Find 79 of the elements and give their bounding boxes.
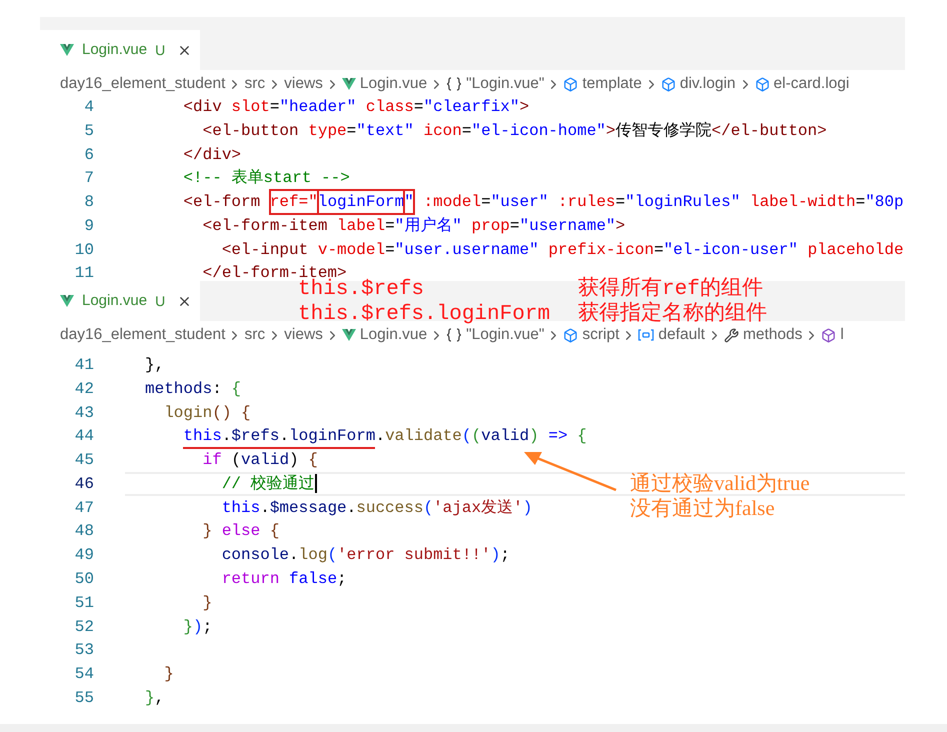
annotation-text: 获得所有ref的组件: [578, 277, 763, 301]
code-line: } else {: [202, 521, 280, 542]
breadcrumb-item[interactable]: Login.vue: [342, 72, 428, 96]
code-line: this.$refs.loginForm.validate((valid) => {: [145, 424, 587, 448]
tab-label: Login.vue: [82, 290, 148, 311]
cube-icon: [754, 76, 770, 92]
breadcrumb-item[interactable]: day16_element_student: [60, 72, 226, 96]
editor-tab[interactable]: Login.vue U: [40, 30, 200, 70]
code-line: <el-input v-model="user.username" prefix-icon="el-icon-user" placeholde: [220, 240, 904, 261]
line-number: 53: [74, 640, 94, 662]
line-number: 55: [74, 688, 94, 710]
vue-icon: [60, 44, 74, 56]
code-line: methods: {: [145, 378, 242, 400]
line-number: 46: [74, 474, 94, 495]
wrench-icon: [724, 328, 739, 342]
code-line: if (valid) {: [202, 450, 318, 472]
code-line: </div>: [182, 144, 242, 166]
cube-icon: [660, 76, 676, 92]
annotation-text: 通过校验valid为true: [630, 471, 810, 496]
status-letter: U: [155, 292, 166, 310]
line-number: 45: [74, 450, 94, 472]
code-line: login() {: [163, 402, 251, 424]
code-line: <!-- 表单start -->: [182, 168, 350, 190]
line-number: 47: [74, 498, 94, 519]
line-number: 7: [83, 168, 94, 190]
cube-icon: [563, 76, 578, 92]
breadcrumb-item[interactable]: el-card.logi: [754, 72, 850, 96]
line-number: 10: [74, 240, 94, 261]
code-line: <el-form-item label="用户名" prop="username">: [202, 216, 626, 237]
code-line: },: [145, 688, 164, 710]
vue-icon: [342, 78, 356, 90]
code-line: // 校验通过: [220, 474, 315, 495]
line-number: 50: [74, 569, 94, 590]
code-line: console.log('error submit!!');: [220, 545, 510, 566]
code-line: },: [145, 354, 164, 376]
breadcrumb-item[interactable]: l: [821, 323, 844, 347]
code-line: <el-form ref="loginForm" :model="user" :rules="loginRules" label-width="80p: [145, 190, 904, 214]
line-number: 6: [83, 144, 94, 166]
breadcrumb-item[interactable]: src: [244, 72, 266, 96]
text-cursor: [314, 474, 317, 494]
line-number: 4: [83, 98, 94, 118]
cube-icon: [563, 328, 578, 342]
line-number: 43: [74, 402, 94, 424]
vue-icon: [60, 295, 74, 307]
line-number: 52: [74, 616, 94, 638]
line-number: 51: [74, 592, 94, 614]
code-line: <el-button type="text" icon="el-icon-home">传智专修学院</el-button>: [202, 120, 827, 142]
code-line: this.$message.success('ajax发送'): [220, 498, 532, 519]
line-number: 54: [74, 664, 94, 686]
line-number: 48: [74, 521, 94, 542]
code-line: }: [202, 592, 212, 614]
breadcrumb-item[interactable]: src: [244, 323, 266, 347]
breadcrumb-item[interactable]: views: [284, 72, 323, 96]
variable-icon: [638, 328, 654, 342]
code-line: <div slot="header" class="clearfix">: [182, 98, 530, 118]
braces-icon: [446, 77, 462, 91]
annotation-text: this.$refs: [298, 278, 426, 302]
code-line: }: [163, 664, 174, 686]
breadcrumb-item[interactable]: "Login.vue": [446, 72, 544, 96]
tab-label: Login.vue: [82, 40, 148, 60]
status-letter: U: [155, 40, 166, 60]
code-line: });: [182, 616, 212, 638]
vue-icon: [342, 329, 356, 341]
line-number: 8: [83, 192, 94, 214]
line-number: 5: [83, 120, 94, 142]
line-number: 11: [74, 263, 94, 281]
line-number: 41: [74, 354, 94, 376]
braces-icon: [446, 328, 462, 342]
line-number: 42: [74, 378, 94, 400]
line-number: 44: [74, 426, 94, 448]
cube-icon: [821, 328, 836, 342]
editor-tab[interactable]: Login.vue U: [40, 281, 200, 321]
breadcrumb-item[interactable]: day16_element_student: [60, 323, 226, 347]
annotation-text: 没有通过为false: [630, 496, 776, 521]
breadcrumb-item[interactable]: div.login: [660, 72, 736, 96]
breadcrumb-item[interactable]: template: [563, 72, 642, 96]
line-number: 9: [83, 216, 94, 237]
line-number: 49: [74, 545, 94, 566]
code-line: return false;: [220, 569, 347, 590]
